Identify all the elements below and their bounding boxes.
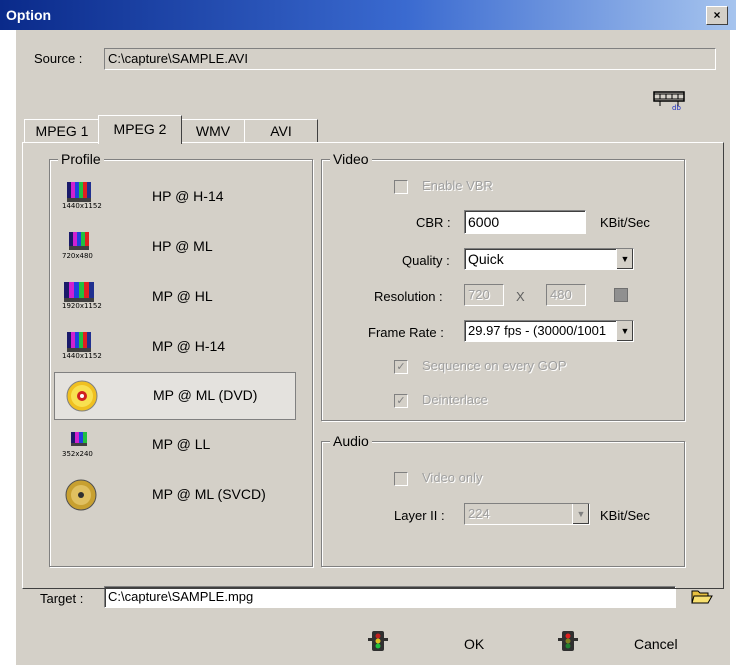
frame-rate-label: Frame Rate : — [368, 325, 444, 340]
video-only-label: Video only — [422, 470, 483, 485]
audio-group: Audio Video only Layer II : 224 ▼ KBit/S… — [321, 433, 685, 567]
window-title: Option — [6, 7, 52, 23]
profile-group-label: Profile — [58, 151, 104, 167]
video-group: Video Enable VBR CBR : 6000 KBit/Sec Qua… — [321, 151, 685, 421]
color-bars-icon: 1440x1152 — [62, 330, 102, 364]
chevron-down-icon[interactable]: ▼ — [616, 321, 633, 341]
profile-item-hp-ml[interactable]: 720x480 HP @ ML — [54, 224, 294, 270]
video-only-checkbox[interactable] — [394, 472, 408, 486]
cbr-value: 6000 — [468, 214, 500, 230]
cbr-input[interactable]: 6000 — [464, 210, 586, 234]
tab-mpeg1[interactable]: MPEG 1 — [24, 119, 100, 143]
cancel-traffic-light-icon[interactable] — [558, 630, 578, 652]
tab-wmv[interactable]: WMV — [180, 119, 246, 143]
source-field: C:\capture\SAMPLE.AVI — [104, 48, 716, 70]
resolution-height-field: 480 — [546, 284, 586, 306]
res-height-value: 480 — [550, 287, 572, 302]
profile-label: MP @ ML (DVD) — [153, 387, 258, 403]
source-value: C:\capture\SAMPLE.AVI — [108, 51, 248, 66]
layer-label: Layer II : — [394, 508, 445, 523]
profile-item-mp-h14[interactable]: 1440x1152 MP @ H-14 — [54, 324, 294, 370]
source-label: Source : — [34, 51, 83, 66]
ok-traffic-light-icon[interactable] — [368, 630, 388, 652]
svcd-disc-icon — [62, 478, 100, 512]
resolution-label: Resolution : — [374, 289, 443, 304]
option-dialog: Source : C:\capture\SAMPLE.AVI db MPEG 1… — [16, 30, 730, 665]
video-group-label: Video — [330, 151, 372, 167]
res-caption: 720x480 — [62, 252, 93, 260]
film-settings-icon[interactable]: db — [652, 88, 688, 112]
target-value: C:\capture\SAMPLE.mpg — [108, 589, 254, 604]
res-caption: 1440x1152 — [62, 352, 102, 360]
profile-label: HP @ ML — [152, 238, 213, 254]
profile-item-mp-ml-svcd[interactable]: MP @ ML (SVCD) — [54, 472, 294, 518]
res-width-value: 720 — [468, 287, 490, 302]
quality-value: Quick — [468, 251, 504, 267]
chevron-down-icon[interactable]: ▼ — [616, 249, 633, 269]
cbr-label: CBR : — [416, 215, 451, 230]
profile-label: MP @ H-14 — [152, 338, 226, 354]
color-bars-icon: 1440x1152 — [62, 180, 102, 214]
deinterlace-label: Deinterlace — [422, 392, 488, 407]
res-caption: 1440x1152 — [62, 202, 102, 210]
audio-group-label: Audio — [330, 433, 372, 449]
color-bars-icon: 720x480 — [62, 230, 100, 264]
enable-vbr-label: Enable VBR — [422, 178, 493, 193]
dvd-disc-icon — [63, 379, 101, 413]
profile-item-mp-ml-dvd[interactable]: MP @ ML (DVD) — [54, 372, 296, 420]
layer-value: 224 — [468, 506, 490, 521]
profile-label: MP @ ML (SVCD) — [152, 486, 266, 502]
title-bar: Option × — [0, 0, 736, 30]
ok-button[interactable]: OK — [464, 636, 484, 652]
profile-item-mp-ll[interactable]: 352x240 MP @ LL — [54, 422, 294, 468]
sequence-gop-label: Sequence on every GOP — [422, 358, 567, 373]
profile-label: HP @ H-14 — [152, 188, 224, 204]
tab-panel-mpeg2: Profile 1440x1152 HP @ H-14 720x480 HP @… — [22, 142, 724, 589]
color-bars-icon: 352x240 — [62, 428, 100, 462]
frame-rate-select[interactable]: 29.97 fps - (30000/1001 ▼ — [464, 320, 634, 342]
cancel-button[interactable]: Cancel — [634, 636, 678, 652]
target-label: Target : — [40, 591, 84, 606]
link-square-icon — [614, 288, 628, 302]
close-button[interactable]: × — [706, 6, 728, 25]
frame-rate-value: 29.97 fps - (30000/1001 — [468, 323, 607, 338]
profile-group: Profile 1440x1152 HP @ H-14 720x480 HP @… — [49, 151, 313, 567]
tab-avi[interactable]: AVI — [244, 119, 318, 143]
target-input[interactable]: C:\capture\SAMPLE.mpg — [104, 586, 676, 608]
layer-unit: KBit/Sec — [600, 508, 650, 523]
resolution-width-field: 720 — [464, 284, 504, 306]
sequence-gop-checkbox[interactable]: ✓ — [394, 360, 408, 374]
profile-item-hp-h14[interactable]: 1440x1152 HP @ H-14 — [54, 174, 294, 220]
resolution-x-label: X — [516, 289, 525, 304]
profile-item-mp-hl[interactable]: 1920x1152 MP @ HL — [54, 274, 294, 320]
res-caption: 352x240 — [62, 450, 93, 458]
layer-select[interactable]: 224 ▼ — [464, 503, 590, 525]
quality-label: Quality : — [402, 253, 450, 268]
profile-label: MP @ LL — [152, 436, 211, 452]
color-bars-icon: 1920x1152 — [62, 280, 102, 314]
enable-vbr-checkbox[interactable] — [394, 180, 408, 194]
res-caption: 1920x1152 — [62, 302, 102, 310]
tab-mpeg2[interactable]: MPEG 2 — [98, 115, 182, 144]
cbr-unit: KBit/Sec — [600, 215, 650, 230]
chevron-down-icon[interactable]: ▼ — [572, 504, 589, 524]
svg-text:db: db — [672, 104, 681, 112]
deinterlace-checkbox[interactable]: ✓ — [394, 394, 408, 408]
quality-select[interactable]: Quick ▼ — [464, 248, 634, 270]
profile-label: MP @ HL — [152, 288, 213, 304]
